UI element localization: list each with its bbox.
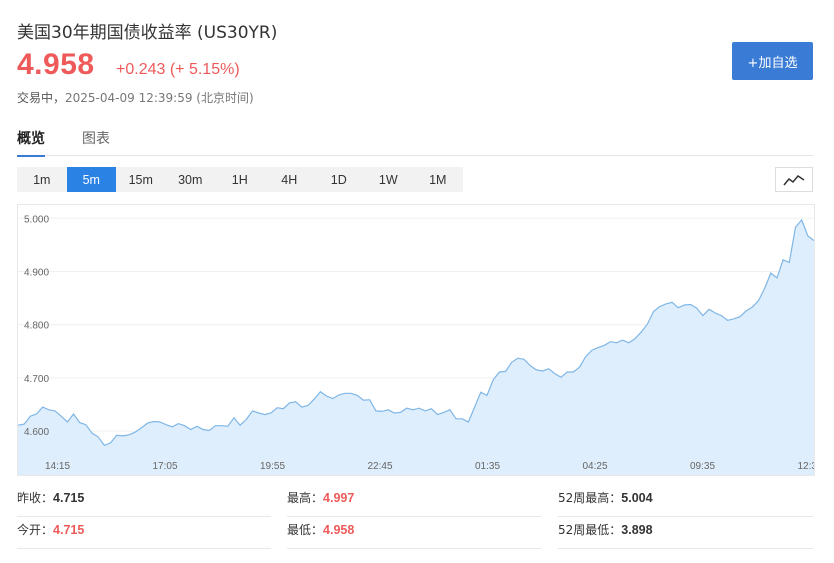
stat-value: 3.898 bbox=[621, 523, 653, 537]
stat-value: 4.958 bbox=[323, 523, 355, 537]
timestamp: 2025-04-09 12:39:59 (北京时间) bbox=[65, 91, 254, 105]
trading-label: 交易中， bbox=[17, 91, 66, 105]
x-tick-label: 01:35 bbox=[475, 461, 500, 472]
price-change: +0.243 (+ 5.15%) bbox=[116, 61, 240, 78]
y-tick-label: 4.800 bbox=[24, 321, 49, 332]
chart-svg: 5.000 4.900 4.800 4.700 4.600 14:15 17:05 19:55… bbox=[18, 214, 815, 475]
period-4h[interactable]: 4H bbox=[265, 167, 315, 192]
price-chart[interactable]: 5.000 4.900 4.800 4.700 4.600 14:15 17:05 19:55… bbox=[17, 204, 815, 476]
page-title: 美国30年期国债收益率 (US30YR) bbox=[17, 23, 278, 43]
period-1d[interactable]: 1D bbox=[314, 167, 364, 192]
period-15m[interactable]: 15m bbox=[116, 167, 166, 192]
stat-open: 今开：4.715 bbox=[17, 517, 271, 549]
stat-label: 最高： bbox=[287, 491, 324, 505]
trade-status: 交易中，2025-04-09 12:39:59 (北京时间) bbox=[17, 89, 254, 106]
period-30m[interactable]: 30m bbox=[166, 167, 216, 192]
stat-high: 最高：4.997 bbox=[287, 485, 541, 517]
stat-value: 4.715 bbox=[53, 491, 85, 505]
x-tick-label: 12:3 bbox=[798, 461, 815, 472]
line-chart-icon bbox=[783, 174, 805, 185]
y-tick-label: 4.700 bbox=[24, 374, 49, 385]
period-selector: 1m 5m 15m 30m 1H 4H 1D 1W 1M bbox=[17, 167, 463, 192]
stat-label: 昨收： bbox=[17, 491, 54, 505]
y-tick-label: 4.600 bbox=[24, 427, 49, 438]
period-1mo[interactable]: 1M bbox=[413, 167, 463, 192]
tab-bar: 概览 图表 bbox=[17, 128, 813, 157]
stat-52w-low: 52周最低：3.898 bbox=[558, 517, 813, 549]
stat-label: 今开： bbox=[17, 523, 54, 537]
stat-value: 4.997 bbox=[323, 491, 355, 505]
y-tick-label: 4.900 bbox=[24, 267, 49, 278]
x-tick-label: 09:35 bbox=[690, 461, 715, 472]
add-watchlist-button[interactable]: +加自选 bbox=[732, 42, 813, 80]
x-tick-label: 14:15 bbox=[45, 461, 70, 472]
stat-value: 5.004 bbox=[621, 491, 653, 505]
chart-area bbox=[18, 219, 814, 475]
period-1h[interactable]: 1H bbox=[215, 167, 265, 192]
x-tick-label: 04:25 bbox=[583, 461, 608, 472]
tab-overview[interactable]: 概览 bbox=[17, 128, 45, 157]
x-tick-label: 22:45 bbox=[368, 461, 393, 472]
period-1w[interactable]: 1W bbox=[364, 167, 414, 192]
chart-type-button[interactable] bbox=[775, 167, 813, 192]
stat-label: 52周最高： bbox=[558, 491, 622, 505]
x-tick-label: 19:55 bbox=[260, 461, 285, 472]
stat-value: 4.715 bbox=[53, 523, 85, 537]
stat-52w-high: 52周最高：5.004 bbox=[558, 485, 813, 517]
tab-chart[interactable]: 图表 bbox=[82, 128, 110, 156]
period-5m[interactable]: 5m bbox=[66, 167, 116, 192]
y-tick-label: 5.000 bbox=[24, 214, 49, 225]
stat-prev-close: 昨收：4.715 bbox=[17, 485, 271, 517]
period-1m[interactable]: 1m bbox=[17, 167, 67, 192]
current-price: 4.958 bbox=[17, 48, 95, 81]
stat-low: 最低：4.958 bbox=[287, 517, 541, 549]
stat-label: 最低： bbox=[287, 523, 324, 537]
x-tick-label: 17:05 bbox=[153, 461, 178, 472]
stat-label: 52周最低： bbox=[558, 523, 622, 537]
